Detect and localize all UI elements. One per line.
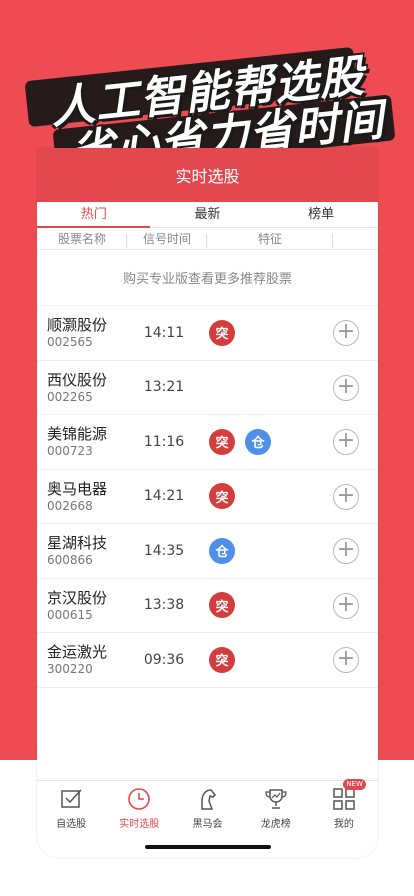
stock-cell: 京汉股份 000615 — [37, 588, 129, 623]
stock-cell: 奥马电器 002668 — [37, 479, 129, 514]
position-badge-icon: 仓 — [209, 537, 235, 564]
tab-mine-label: 我的 — [333, 819, 354, 830]
add-to-watchlist-button[interactable]: + — [333, 374, 359, 401]
checkbox-icon — [59, 787, 83, 811]
tab-realtime-label: 实时选股 — [119, 819, 160, 830]
col-stock-name: 股票名称 — [37, 230, 127, 248]
signal-time: 14:35 — [143, 542, 185, 559]
new-badge: NEW — [343, 779, 366, 790]
upgrade-prompt[interactable]: 购买专业版查看更多推荐股票 — [37, 250, 378, 306]
page-title: 实时选股 — [175, 167, 240, 186]
col-feature: 特征 — [207, 230, 333, 248]
add-to-watchlist-button[interactable]: + — [333, 538, 359, 564]
stock-name: 顺灏股份 — [47, 316, 108, 335]
feature-badges: 突 — [199, 592, 309, 619]
stock-code: 300220 — [47, 662, 93, 677]
tab-mine[interactable]: NEW 我的 — [310, 779, 378, 836]
stock-name: 美锦能源 — [47, 425, 108, 444]
feature-badges: 突 — [199, 646, 309, 673]
tab-bar: 热门 最新 榜单 — [37, 202, 378, 228]
add-to-watchlist-button[interactable]: + — [333, 483, 359, 510]
stock-name: 星湖科技 — [47, 534, 108, 553]
tab-ranking[interactable]: 榜单 — [264, 202, 378, 227]
table-row[interactable]: 奥马电器 002668 14:21 突 + — [37, 470, 378, 524]
stock-code: 000615 — [47, 607, 93, 622]
feature-badges: 突 — [199, 319, 309, 346]
add-to-watchlist-button[interactable]: + — [333, 429, 359, 455]
stock-name: 京汉股份 — [47, 588, 108, 607]
tab-realtime[interactable]: 实时选股 — [105, 781, 173, 836]
stock-list: 顺灏股份 002565 14:11 突 + 西仪股份 002265 13:21 + 美锦能源 000… — [37, 306, 378, 688]
breakout-badge-icon: 突 — [209, 592, 235, 619]
breakout-badge-icon: 突 — [209, 483, 235, 510]
trophy-icon — [264, 787, 288, 811]
add-to-watchlist-button[interactable]: + — [333, 320, 359, 346]
stock-cell: 星湖科技 600866 — [37, 533, 129, 568]
add-to-watchlist-button[interactable]: + — [333, 647, 359, 673]
stock-name: 奥马电器 — [47, 479, 108, 498]
stock-name: 西仪股份 — [47, 370, 108, 389]
stock-name: 金运激光 — [47, 643, 108, 662]
stock-cell: 美锦能源 000723 — [37, 424, 129, 459]
tab-latest[interactable]: 最新 — [151, 202, 265, 227]
feature-badges: 突仓 — [199, 428, 309, 455]
signal-time: 14:21 — [143, 488, 185, 505]
stock-cell: 金运激光 300220 — [37, 642, 129, 677]
breakout-badge-icon: 突 — [209, 428, 235, 455]
stock-cell: 顺灏股份 002565 — [37, 315, 129, 350]
tab-watchlist[interactable]: 自选股 — [37, 781, 105, 836]
feature-badges: 突 — [199, 483, 309, 510]
signal-time: 11:16 — [143, 433, 185, 450]
table-row[interactable]: 顺灏股份 002565 14:11 突 + — [37, 306, 378, 361]
breakout-badge-icon: 突 — [209, 646, 235, 673]
horse-icon — [196, 787, 220, 811]
signal-time: 13:38 — [143, 597, 185, 614]
tab-watchlist-label: 自选股 — [56, 819, 87, 830]
stock-code: 002668 — [47, 498, 93, 513]
tab-dragon-tiger[interactable]: 龙虎榜 — [242, 781, 310, 836]
signal-time: 14:11 — [143, 324, 185, 341]
nav-bar: 实时选股 — [37, 148, 378, 202]
column-headers: 股票名称 信号时间 特征 — [37, 228, 378, 250]
col-signal-time: 信号时间 — [127, 230, 207, 248]
breakout-badge-icon: 突 — [209, 319, 235, 346]
stock-code: 600866 — [47, 553, 93, 568]
signal-time: 13:21 — [143, 379, 185, 396]
signal-time: 09:36 — [143, 651, 185, 668]
feature-badges: 仓 — [199, 537, 309, 564]
clock-icon — [127, 787, 151, 811]
table-row[interactable]: 美锦能源 000723 11:16 突仓 + — [37, 415, 378, 470]
stock-code: 000723 — [47, 444, 93, 459]
stock-code: 002565 — [47, 335, 93, 350]
table-row[interactable]: 星湖科技 600866 14:35 仓 + — [37, 524, 378, 579]
stock-code: 002265 — [47, 389, 93, 404]
tab-hot[interactable]: 热门 — [37, 202, 151, 227]
table-row[interactable]: 京汉股份 000615 13:38 突 + — [37, 579, 378, 633]
grid-icon: NEW — [332, 779, 366, 811]
active-tab-indicator — [37, 226, 150, 228]
stock-cell: 西仪股份 002265 — [37, 370, 129, 405]
phone-screen: 实时选股 热门 最新 榜单 股票名称 信号时间 特征 购买专业版查看更多推荐股票… — [37, 148, 378, 858]
bottom-tab-bar: 自选股 实时选股 黑马会 龙虎榜 NEW 我的 — [37, 779, 378, 836]
tab-darkhorse-label: 黑马会 — [192, 819, 223, 830]
home-indicator — [145, 845, 271, 849]
table-row[interactable]: 西仪股份 002265 13:21 + — [37, 361, 378, 415]
table-row[interactable]: 金运激光 300220 09:36 突 + — [37, 633, 378, 688]
tab-dragon-tiger-label: 龙虎榜 — [260, 819, 291, 830]
add-to-watchlist-button[interactable]: + — [333, 592, 359, 619]
tab-darkhorse[interactable]: 黑马会 — [173, 781, 241, 836]
position-badge-icon: 仓 — [245, 428, 271, 455]
